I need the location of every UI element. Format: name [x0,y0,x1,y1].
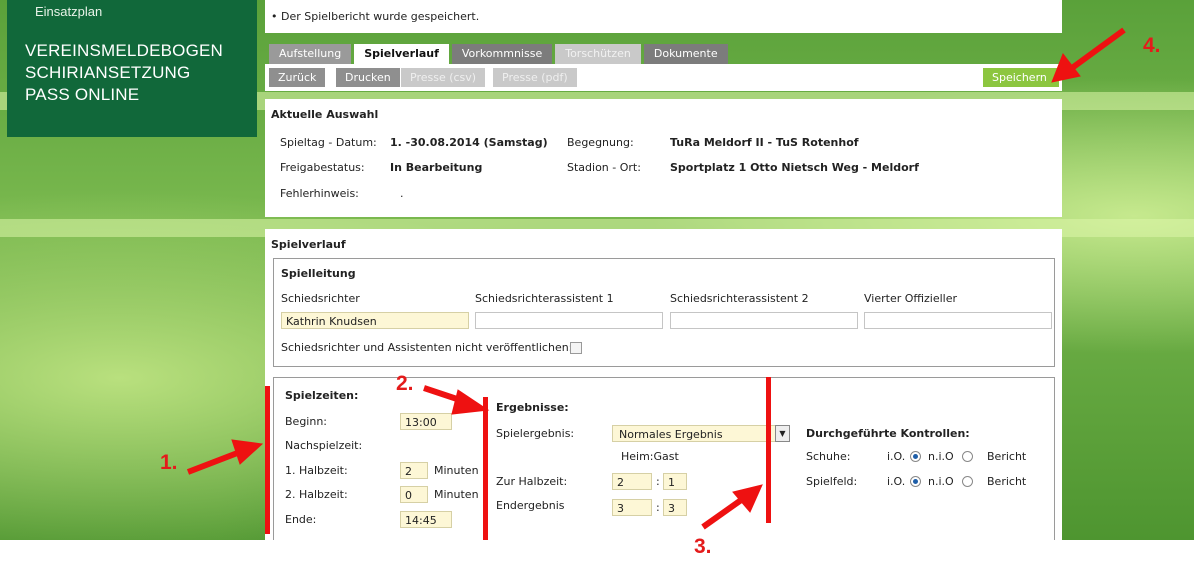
back-button[interactable]: Zurück [269,68,326,87]
final-result-label: Endergebnis [496,499,565,512]
annotation-number-3: 3. [694,535,712,558]
main-content: • Der Spielbericht wurde gespeichert. Au… [265,0,1062,540]
error-value: . [400,187,404,200]
result-type-label: Spielergebnis: [496,427,575,440]
assistant1-input[interactable] [475,312,663,329]
annotation-number-1: 1. [160,451,178,474]
bullet-icon: • [271,10,281,23]
fourth-official-label: Vierter Offizieller [864,292,958,305]
matchday-label: Spieltag - Datum: [280,136,377,149]
field-label: Spielfeld: [806,475,858,488]
encounter-value: TuRa Meldorf II - TuS Rotenhof [670,136,859,149]
current-selection-panel: Aktuelle Auswahl Spieltag - Datum: 1. -3… [265,99,1062,217]
print-button[interactable]: Drucken [336,68,400,87]
field-nio-radio[interactable] [962,476,973,487]
hide-officials-checkbox[interactable] [570,342,582,354]
annotation-number-2: 2. [396,372,414,395]
halftime-colon: : [656,475,660,488]
results-title: Ergebnisse: [496,401,569,414]
shoes-nio-label: n.i.O [928,450,954,463]
assistant1-label: Schiedsrichterassistent 1 [475,292,614,305]
annotation-bar-2 [483,397,488,540]
stadium-value: Sportplatz 1 Otto Nietsch Weg - Meldorf [670,161,919,174]
annotation-bar-1 [265,386,270,534]
times-title: Spielzeiten: [285,389,359,402]
save-notice: • Der Spielbericht wurde gespeichert. [265,0,1062,33]
shoes-nio-radio[interactable] [962,451,973,462]
assistant2-label: Schiedsrichterassistent 2 [670,292,809,305]
final-colon: : [656,501,660,514]
sidebar: Einsatzplan VEREINSMELDEBOGEN SCHIRIANSE… [7,0,257,137]
match-course-panel: Spielverlauf Spielleitung Schiedsrichter… [265,229,1062,540]
end-time-input[interactable]: 14:45 [400,511,452,528]
encounter-label: Begegnung: [567,136,634,149]
press-csv-button: Presse (csv) [401,68,486,87]
sidebar-link-einsatzplan[interactable]: Einsatzplan [7,0,257,40]
start-label: Beginn: [285,415,328,428]
shoes-label: Schuhe: [806,450,851,463]
tab-spielverlauf[interactable]: Spielverlauf [354,44,449,64]
sidebar-item-pass-online[interactable]: PASS ONLINE [7,84,257,106]
start-time-input[interactable]: 13:00 [400,413,452,430]
half1-label: 1. Halbzeit: [285,464,348,477]
halftime-label: Zur Halbzeit: [496,475,568,488]
annotation-number-4: 4. [1143,34,1161,57]
extra-time-label: Nachspielzeit: [285,439,363,452]
half2-minutes-label: Minuten [434,488,479,501]
half2-label: 2. Halbzeit: [285,488,348,501]
home-guest-label: Heim:Gast [621,450,679,463]
press-pdf-button: Presse (pdf) [493,68,577,87]
officials-box: Spielleitung Schiedsrichter Schiedsricht… [273,258,1055,367]
error-label: Fehlerhinweis: [280,187,359,200]
referee-input[interactable]: Kathrin Knudsen [281,312,469,329]
release-label: Freigabestatus: [280,161,365,174]
half1-minutes-label: Minuten [434,464,479,477]
tab-bar: Aufstellung Spielverlauf Vorkommnisse To… [269,44,728,64]
stadium-label: Stadion - Ort: [567,161,641,174]
save-button[interactable]: Speichern [983,68,1059,87]
final-home-input[interactable]: 3 [612,499,652,516]
field-report-label: Bericht [987,475,1027,488]
toolbar: Zurück Drucken Presse (csv) Presse (pdf)… [265,64,1062,91]
shoes-report-label: Bericht [987,450,1027,463]
hide-officials-label: Schiedsrichter und Assistenten nicht ver… [281,341,573,354]
result-type-select[interactable]: Normales Ergebnis ▼ [612,425,790,442]
half1-extra-input[interactable]: 2 [400,462,428,479]
sidebar-item-schiriansetzung[interactable]: SCHIRIANSETZUNG [7,62,257,84]
field-io-label: i.O. [887,475,906,488]
matchday-value: 1. -30.08.2014 (Samstag) [390,136,548,149]
final-guest-input[interactable]: 3 [663,499,687,516]
sidebar-item-vereinsmeldebogen[interactable]: VEREINSMELDEBOGEN [7,40,257,62]
tab-dokumente[interactable]: Dokumente [643,44,728,64]
half2-extra-input[interactable]: 0 [400,486,428,503]
panel-title: Aktuelle Auswahl [271,108,379,121]
chevron-down-icon[interactable]: ▼ [775,425,790,442]
panel-title: Spielverlauf [271,238,346,251]
referee-label: Schiedsrichter [281,292,360,305]
end-label: Ende: [285,513,317,526]
result-type-value: Normales Ergebnis [619,428,723,441]
shoes-io-radio[interactable] [910,451,921,462]
field-io-radio[interactable] [910,476,921,487]
tab-vorkommnisse[interactable]: Vorkommnisse [451,44,553,64]
annotation-bar-3 [766,377,771,523]
controls-title: Durchgeführte Kontrollen: [806,427,970,440]
officials-title: Spielleitung [281,267,356,280]
notice-text: Der Spielbericht wurde gespeichert. [281,10,480,23]
shoes-io-label: i.O. [887,450,906,463]
tab-aufstellung[interactable]: Aufstellung [269,44,352,64]
tab-torschuetzen: Torschützen [555,44,641,64]
times-results-box: Spielzeiten: Beginn: 13:00 Nachspielzeit… [273,377,1055,540]
halftime-home-input[interactable]: 2 [612,473,652,490]
field-nio-label: n.i.O [928,475,954,488]
halftime-guest-input[interactable]: 1 [663,473,687,490]
fourth-official-input[interactable] [864,312,1052,329]
assistant2-input[interactable] [670,312,858,329]
release-value: In Bearbeitung [390,161,483,174]
